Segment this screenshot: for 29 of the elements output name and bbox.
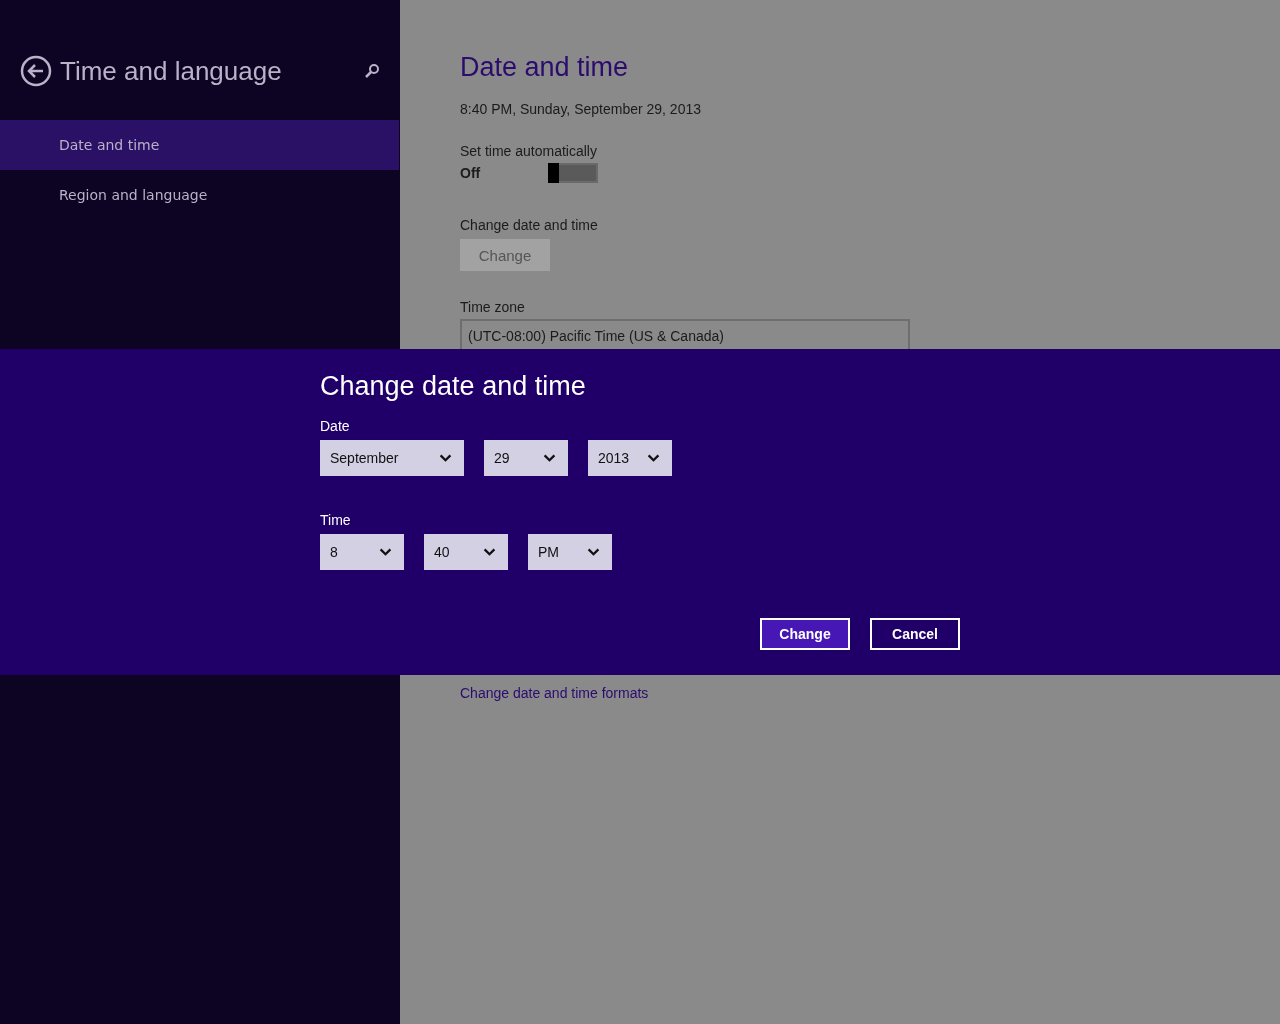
- chevron-down-icon: [587, 548, 600, 556]
- date-time-formats-link[interactable]: Change date and time formats: [460, 685, 649, 701]
- chevron-down-icon: [647, 454, 660, 462]
- chevron-down-icon: [543, 454, 556, 462]
- chevron-down-icon: [439, 454, 452, 462]
- dropdown[interactable]: 40: [424, 534, 508, 570]
- dropdown[interactable]: September: [320, 440, 464, 476]
- dialog-title: Change date and time: [320, 371, 586, 402]
- toggle-switch[interactable]: [548, 163, 599, 183]
- confirm-button[interactable]: Change: [760, 618, 850, 650]
- search-icon[interactable]: [364, 63, 380, 79]
- sidebar-item[interactable]: Date and time: [0, 120, 399, 170]
- dropdown[interactable]: PM: [528, 534, 612, 570]
- chevron-down-icon: [379, 548, 392, 556]
- setting-label: Set time automatically: [460, 143, 598, 159]
- dropdown[interactable]: 2013: [588, 440, 672, 476]
- cancel-button[interactable]: Cancel: [870, 618, 960, 650]
- dropdown[interactable]: 29: [484, 440, 568, 476]
- setting-label: Time zone: [460, 299, 526, 315]
- field-label: Date: [320, 418, 350, 434]
- sidebar-title: Time and language: [60, 55, 283, 87]
- field-label: Time: [320, 512, 351, 528]
- page-title: Date and time: [460, 52, 630, 83]
- current-date-time: 8:40 PM, Sunday, September 29, 2013: [460, 101, 702, 117]
- setting-label: Change date and time: [460, 217, 599, 233]
- toggle-state: Off: [460, 165, 481, 181]
- chevron-down-icon: [483, 548, 496, 556]
- dropdown[interactable]: 8: [320, 534, 404, 570]
- sidebar-item[interactable]: Region and language: [0, 170, 400, 220]
